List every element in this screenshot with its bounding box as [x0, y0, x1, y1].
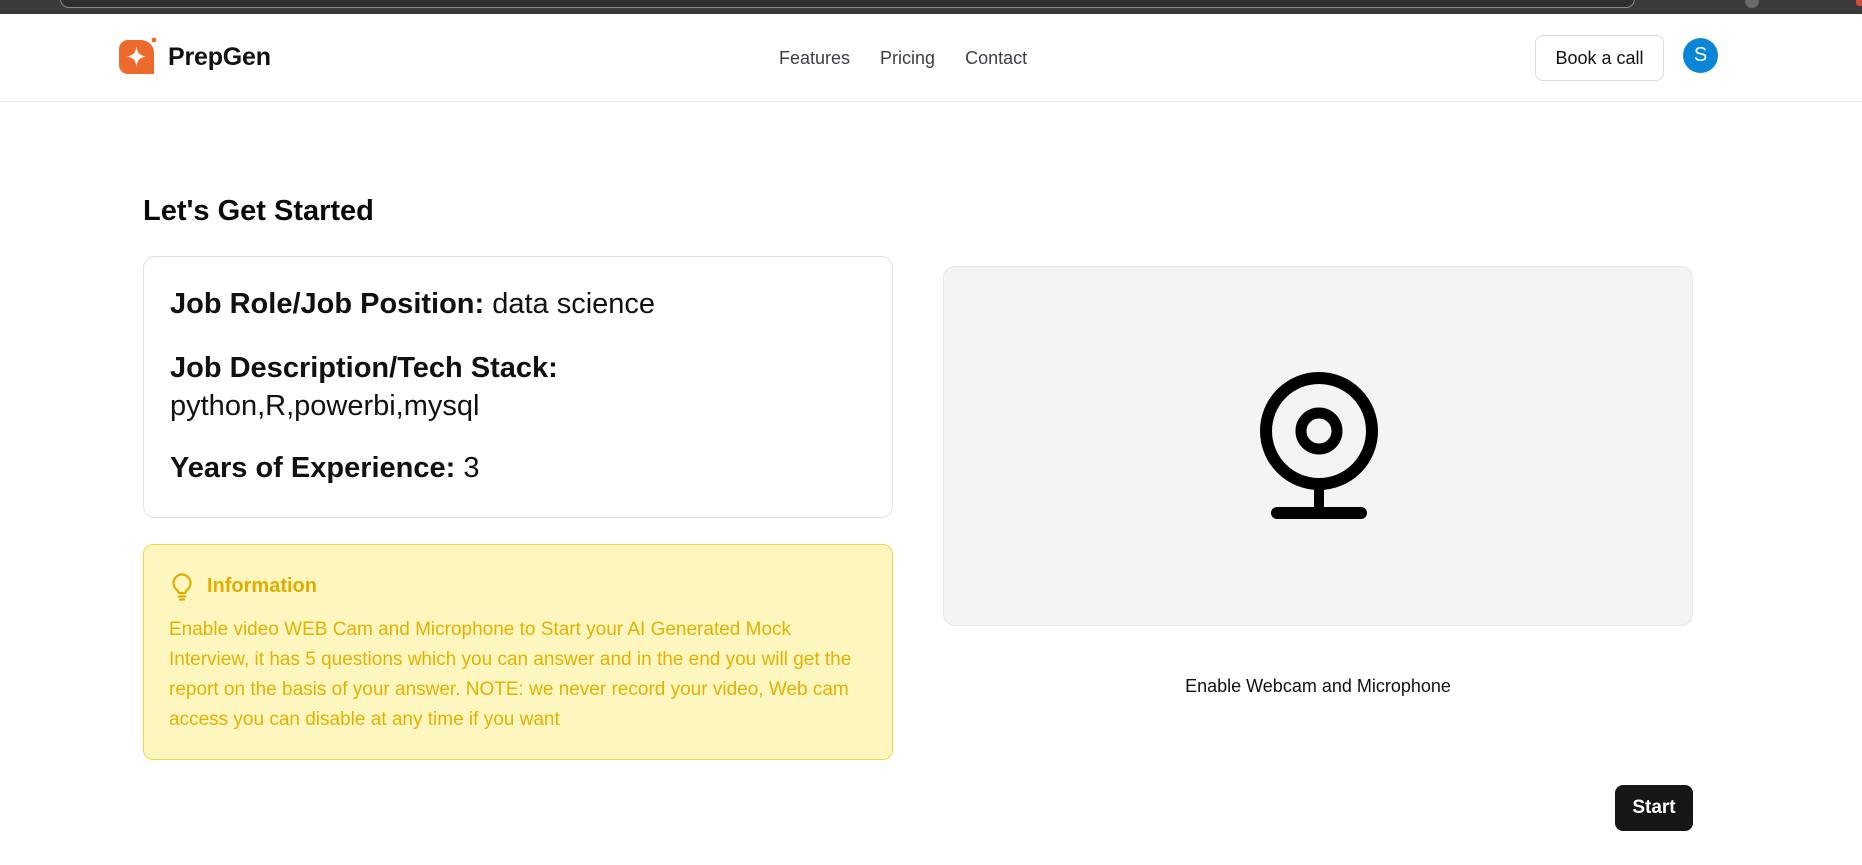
job-role-row: Job Role/Job Position: data science: [170, 285, 866, 323]
job-description-label: Job Description/Tech Stack:: [170, 352, 558, 384]
nav-link-features[interactable]: Features: [779, 48, 850, 69]
experience-row: Years of Experience: 3: [170, 449, 866, 487]
top-navbar: PrepGen Features Pricing Contact Book a …: [0, 14, 1862, 102]
browser-chrome: [0, 0, 1862, 14]
job-description-row: Job Description/Tech Stack: python,R,pow…: [170, 349, 866, 425]
nav-link-pricing[interactable]: Pricing: [880, 48, 935, 69]
main-nav: Features Pricing Contact: [779, 48, 1027, 69]
experience-value: 3: [463, 452, 480, 484]
start-button[interactable]: Start: [1615, 785, 1693, 831]
page-title: Let's Get Started: [143, 195, 374, 227]
address-bar[interactable]: [60, 0, 1635, 8]
webcam-preview-panel: [943, 266, 1693, 626]
brand-logo[interactable]: PrepGen: [116, 36, 271, 78]
prepgen-logo-icon: [119, 37, 157, 74]
browser-close-icon[interactable]: [1856, 0, 1862, 6]
webcam-icon: [1260, 372, 1378, 519]
job-role-label: Job Role/Job Position:: [170, 288, 485, 320]
information-box: Information Enable video WEB Cam and Mic…: [143, 544, 893, 760]
information-header: Information: [169, 571, 867, 601]
brand-name: PrepGen: [168, 42, 271, 71]
user-avatar[interactable]: S: [1683, 38, 1718, 73]
information-title: Information: [207, 574, 317, 597]
job-role-value: data science: [492, 288, 656, 320]
interview-details-card: Job Role/Job Position: data science Job …: [143, 256, 893, 518]
book-call-button[interactable]: Book a call: [1535, 35, 1664, 81]
information-text: Enable video WEB Cam and Microphone to S…: [169, 619, 852, 730]
enable-webcam-button[interactable]: Enable Webcam and Microphone: [1118, 671, 1518, 701]
browser-control-icon[interactable]: [1745, 0, 1759, 8]
experience-label: Years of Experience:: [170, 452, 456, 484]
nav-link-contact[interactable]: Contact: [965, 48, 1027, 69]
job-description-value: python,R,powerbi,mysql: [170, 390, 480, 422]
lightbulb-icon: [172, 573, 192, 601]
